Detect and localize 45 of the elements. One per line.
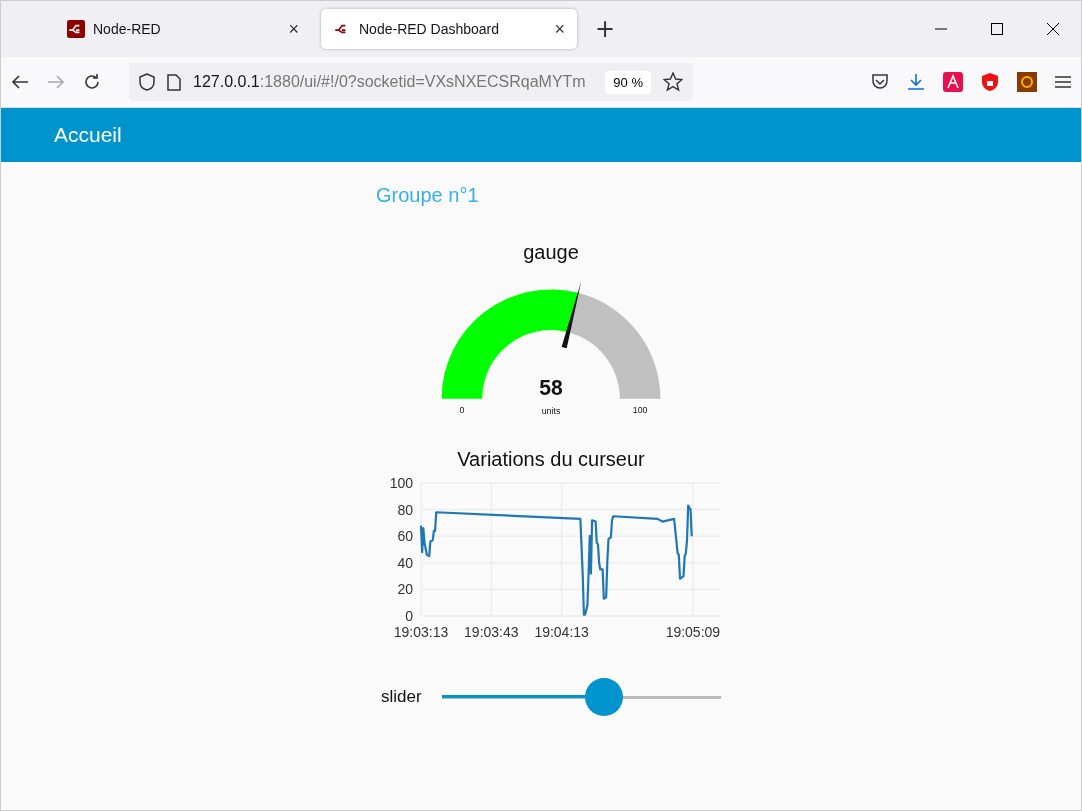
url-path: :1880/ui/#!/0?socketid=VXsNXECSRqaMYTm bbox=[259, 73, 587, 91]
gauge-title: gauge bbox=[523, 241, 579, 264]
gauge-units: units bbox=[541, 405, 561, 416]
flow-logo-icon bbox=[67, 20, 85, 38]
y-tick-label: 40 bbox=[397, 554, 413, 571]
chart-title: Variations du curseur bbox=[457, 448, 645, 471]
slider-label: slider bbox=[381, 687, 422, 707]
star-icon[interactable] bbox=[663, 72, 683, 92]
close-icon[interactable]: × bbox=[288, 18, 299, 40]
url-host: 127.0.0.1 bbox=[193, 73, 260, 91]
close-icon[interactable] bbox=[1047, 23, 1059, 35]
shield-icon bbox=[139, 73, 155, 91]
x-tick-label: 19:04:13 bbox=[534, 624, 589, 640]
x-tick-label: 19:05:09 bbox=[665, 624, 721, 640]
y-tick-label: 100 bbox=[389, 475, 413, 491]
browser-tab[interactable]: Node-RED × bbox=[55, 9, 311, 49]
y-tick-label: 60 bbox=[397, 528, 413, 545]
new-tab-icon[interactable]: + bbox=[595, 15, 616, 43]
maximize-icon[interactable] bbox=[991, 23, 1003, 35]
y-tick-label: 80 bbox=[397, 501, 413, 518]
page-icon bbox=[167, 73, 181, 91]
close-icon[interactable]: × bbox=[554, 18, 565, 40]
gauge-value: 58 bbox=[539, 376, 563, 400]
reload-icon[interactable] bbox=[83, 73, 101, 91]
download-icon[interactable] bbox=[907, 73, 925, 91]
extension-icon[interactable] bbox=[943, 72, 963, 92]
x-tick-label: 19:03:13 bbox=[393, 624, 449, 640]
menu-icon[interactable] bbox=[1055, 75, 1071, 89]
gauge-min: 0 bbox=[459, 404, 465, 415]
y-tick-label: 0 bbox=[405, 608, 413, 624]
tab-title: Node-RED Dashboard bbox=[359, 21, 501, 37]
slider-thumb[interactable] bbox=[584, 678, 623, 716]
y-tick-label: 20 bbox=[397, 581, 413, 598]
x-tick-label: 19:03:43 bbox=[464, 624, 519, 640]
gauge-needle bbox=[561, 280, 582, 349]
back-arrow-icon[interactable] bbox=[11, 74, 29, 90]
tab-title: Node-RED bbox=[93, 21, 162, 37]
gauge-max: 100 bbox=[632, 404, 648, 415]
group-title: Groupe n°1 bbox=[376, 184, 479, 207]
shield-lock-icon[interactable] bbox=[981, 72, 999, 92]
page-title: Accueil bbox=[54, 123, 122, 147]
pocket-icon[interactable] bbox=[871, 74, 889, 90]
zoom-level[interactable]: 90 % bbox=[605, 70, 651, 94]
browser-tab[interactable]: Node-RED Dashboard × bbox=[321, 9, 577, 49]
address-bar[interactable]: 127.0.0.1:1880/ui/#!/0?socketid=VXsNXECSRqaMYTm 90 % bbox=[129, 63, 693, 101]
